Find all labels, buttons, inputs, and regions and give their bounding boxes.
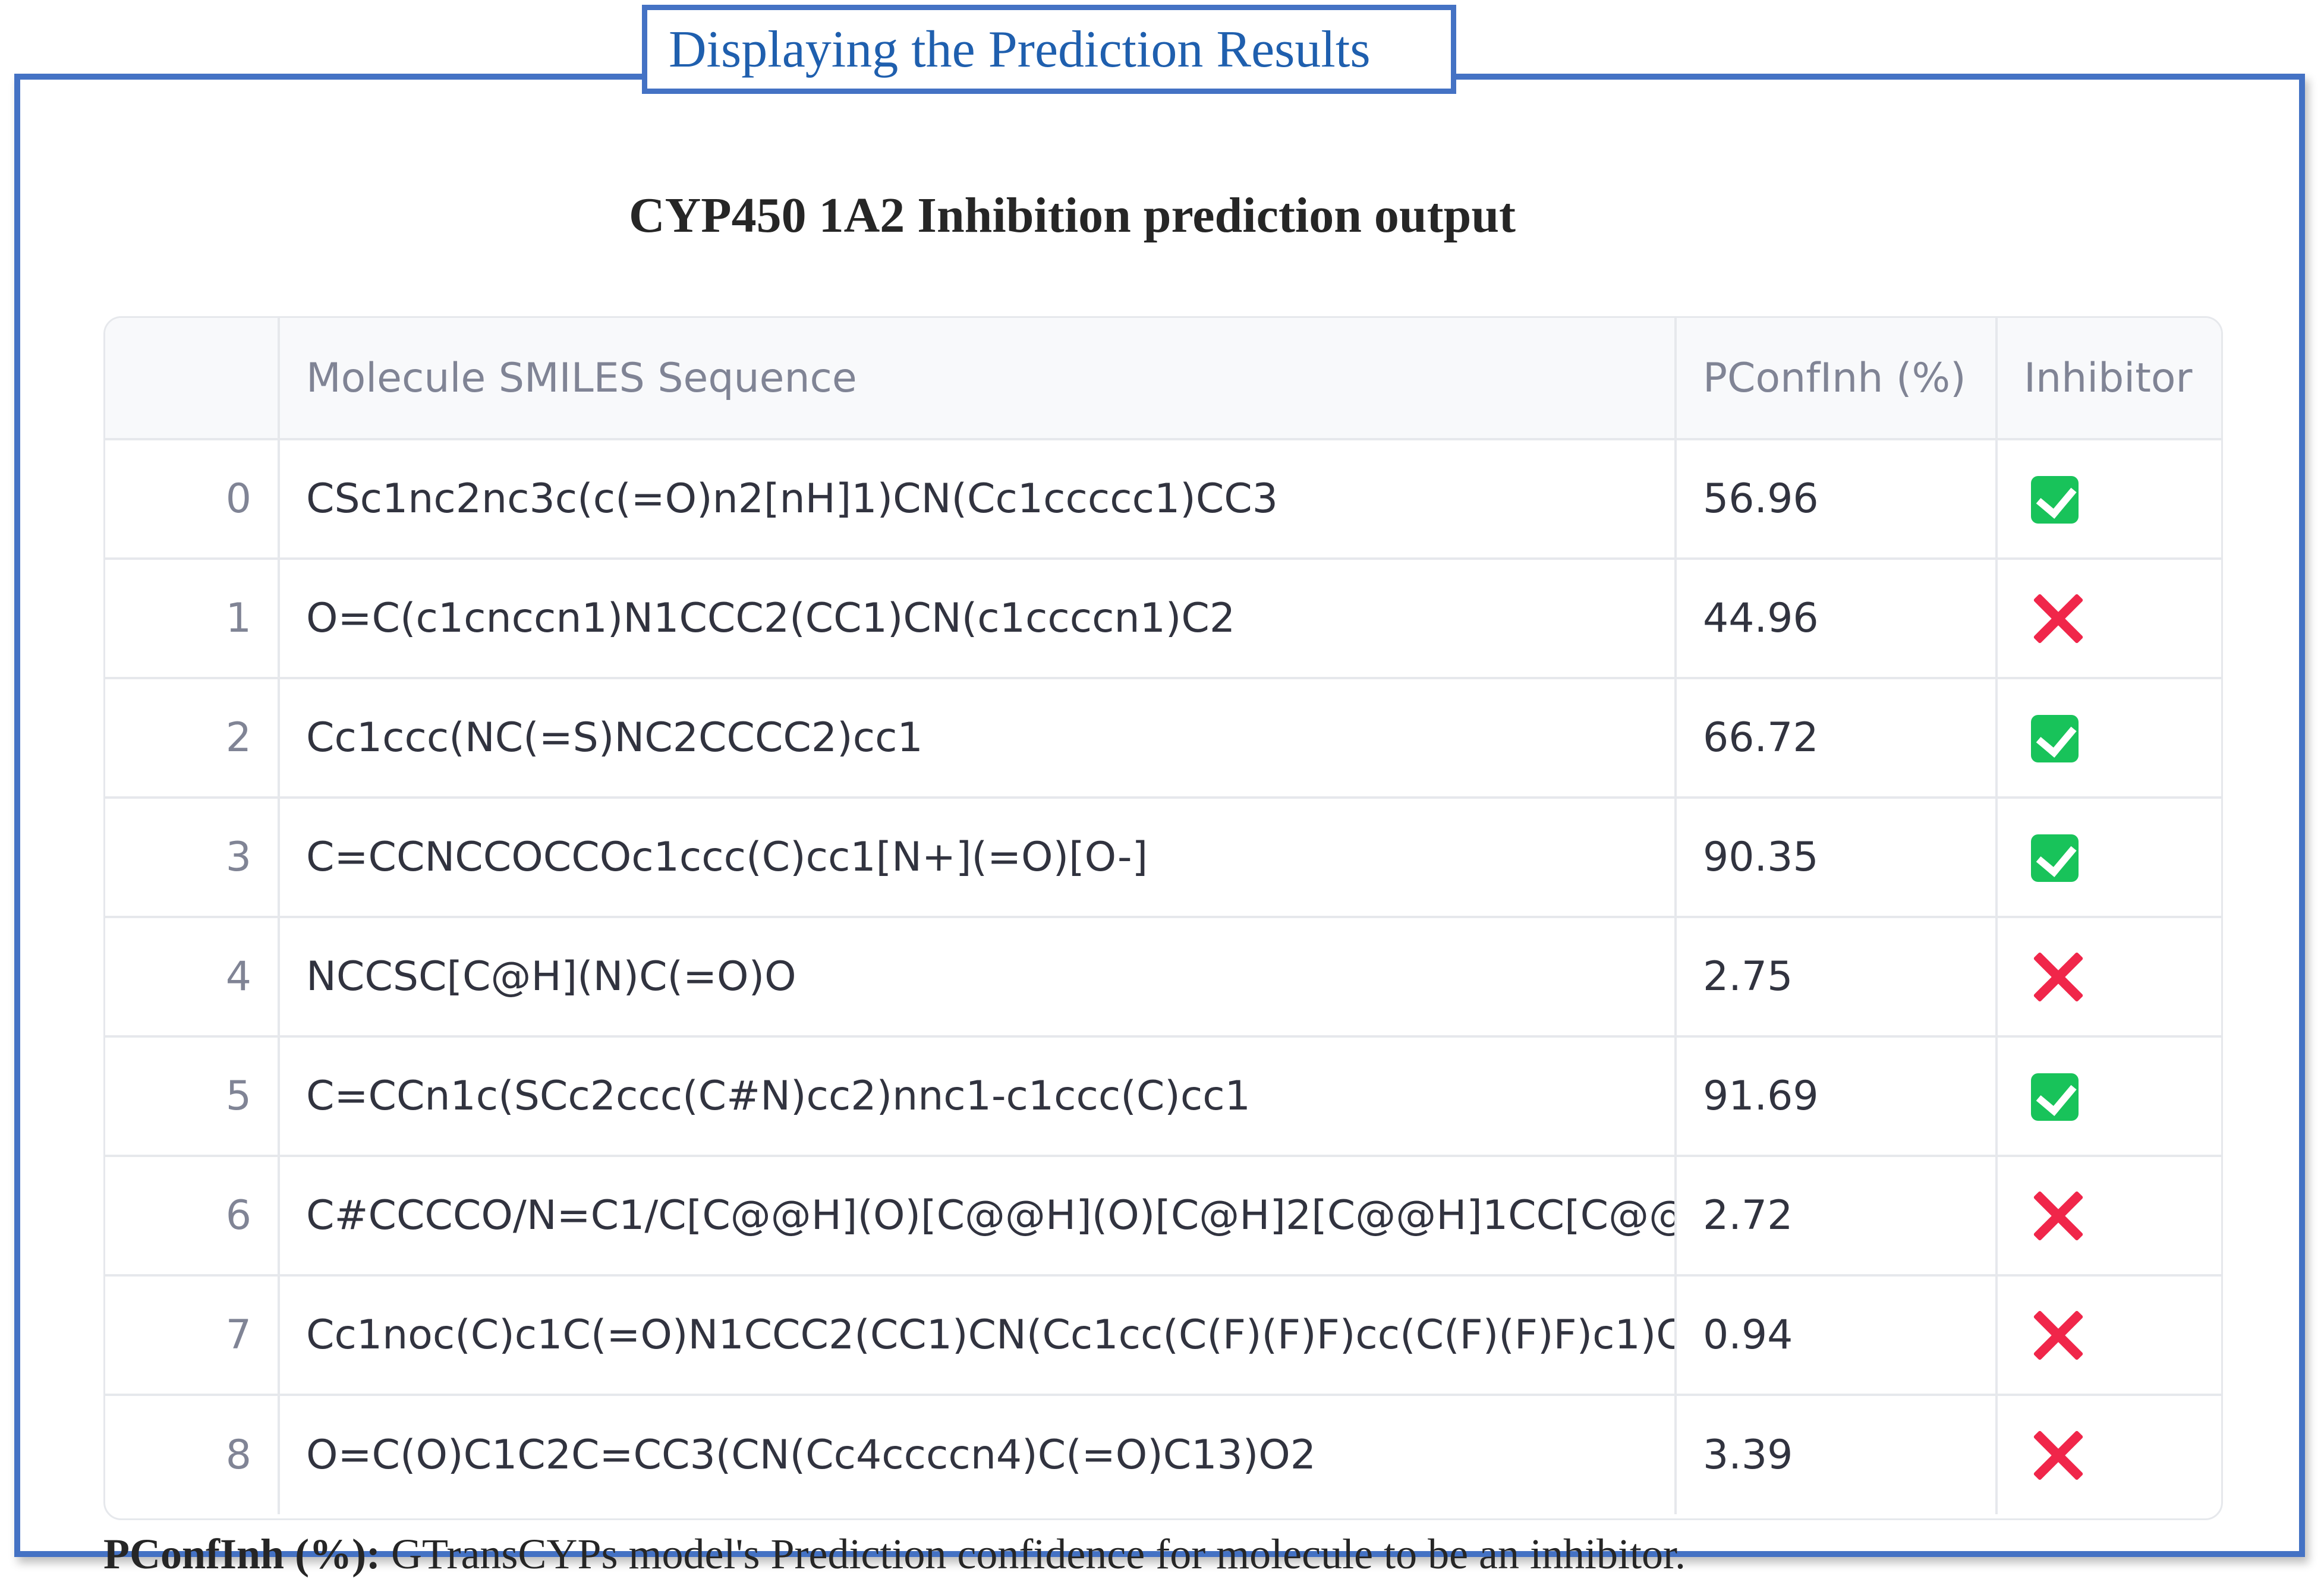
header-label: Displaying the Prediction Results — [669, 20, 1371, 78]
cross-icon — [2031, 950, 2086, 1004]
check-icon — [2031, 1073, 2079, 1121]
table-header-row: Molecule SMILES Sequence PConfInh (%) In… — [105, 318, 2221, 439]
smiles-cell[interactable]: Cc1ccc(NC(=S)NC2CCCC2)cc1 — [278, 677, 1676, 798]
pconfinh-cell[interactable]: 56.96 — [1674, 438, 1997, 559]
cross-icon — [2031, 591, 2086, 646]
pconfinh-cell[interactable]: 66.72 — [1674, 677, 1997, 798]
smiles-cell[interactable]: C#CCCCO/N=C1/C[C@@H](O)[C@@H](O)[C@H]2[C… — [278, 1155, 1676, 1275]
page-title: CYP450 1A2 Inhibition prediction output — [628, 188, 1516, 243]
footnote-text: GTransCYPs model's Prediction confidence… — [380, 1530, 1686, 1578]
smiles-cell[interactable]: NCCSC[C@H](N)C(=O)O — [278, 916, 1676, 1036]
table-row[interactable]: 6 C#CCCCO/N=C1/C[C@@H](O)[C@@H](O)[C@H]2[… — [105, 1155, 2221, 1275]
check-icon — [2031, 715, 2079, 763]
row-index: 8 — [105, 1394, 279, 1514]
column-header-smiles[interactable]: Molecule SMILES Sequence — [278, 318, 1676, 439]
table-row[interactable]: 3 C=CCNCCOCCOc1ccc(C)cc1[N+](=O)[O-] 90.35 — [105, 796, 2221, 917]
table-row[interactable]: 2 Cc1ccc(NC(=S)NC2CCCC2)cc1 66.72 — [105, 677, 2221, 798]
row-index: 2 — [105, 677, 279, 798]
table-body: 0 CSc1nc2nc3c(c(=O)n2[nH]1)CN(Cc1ccccc1)C… — [105, 438, 2221, 1514]
table-row[interactable]: 4 NCCSC[C@H](N)C(=O)O 2.75 — [105, 916, 2221, 1036]
results-table-container: Molecule SMILES Sequence PConfInh (%) In… — [103, 316, 2223, 1520]
inhibitor-cell[interactable] — [1995, 1274, 2221, 1395]
table-row[interactable]: 1 O=C(c1cnccn1)N1CCC2(CC1)CN(c1ccccn1)C2 4… — [105, 557, 2221, 678]
inhibitor-cell[interactable] — [1995, 796, 2221, 917]
row-index: 4 — [105, 916, 279, 1036]
inhibitor-cell[interactable] — [1995, 1155, 2221, 1275]
cross-icon — [2031, 1189, 2086, 1243]
pconfinh-cell[interactable]: 91.69 — [1674, 1035, 1997, 1156]
table-row[interactable]: 7 Cc1noc(C)c1C(=O)N1CCC2(CC1)CN(Cc1cc(C(F… — [105, 1274, 2221, 1395]
row-index: 0 — [105, 438, 279, 559]
pconfinh-cell[interactable]: 44.96 — [1674, 557, 1997, 678]
inhibitor-cell[interactable] — [1995, 557, 2221, 678]
smiles-cell[interactable]: C=CCn1c(SCc2ccc(C#N)cc2)nnc1-c1ccc(C)cc1 — [278, 1035, 1676, 1156]
column-header-index[interactable] — [105, 318, 279, 439]
pconfinh-cell[interactable]: 0.94 — [1674, 1274, 1997, 1395]
smiles-cell[interactable]: C=CCNCCOCCOc1ccc(C)cc1[N+](=O)[O-] — [278, 796, 1676, 917]
smiles-cell[interactable]: O=C(c1cnccn1)N1CCC2(CC1)CN(c1ccccn1)C2 — [278, 557, 1676, 678]
table-row[interactable]: 8 O=C(O)C1C2C=CC3(CN(Cc4ccccn4)C(=O)C13)O… — [105, 1394, 2221, 1514]
results-panel: CYP450 1A2 Inhibition prediction output … — [14, 74, 2305, 1578]
inhibitor-cell[interactable] — [1995, 916, 2221, 1036]
inhibitor-cell[interactable] — [1995, 677, 2221, 798]
smiles-cell[interactable]: CSc1nc2nc3c(c(=O)n2[nH]1)CN(Cc1ccccc1)CC… — [278, 438, 1676, 559]
smiles-cell[interactable]: Cc1noc(C)c1C(=O)N1CCC2(CC1)CN(Cc1cc(C(F)… — [278, 1274, 1676, 1395]
column-header-inhibitor[interactable]: Inhibitor — [1995, 318, 2221, 439]
inhibitor-cell[interactable] — [1995, 1394, 2221, 1514]
pconfinh-cell[interactable]: 2.75 — [1674, 916, 1997, 1036]
column-header-pconfinh[interactable]: PConfInh (%) — [1674, 318, 1997, 439]
table-row[interactable]: 0 CSc1nc2nc3c(c(=O)n2[nH]1)CN(Cc1ccccc1)C… — [105, 438, 2221, 559]
row-index: 5 — [105, 1035, 279, 1156]
check-icon — [2031, 834, 2079, 883]
row-index: 7 — [105, 1274, 279, 1395]
inhibitor-cell[interactable] — [1995, 1035, 2221, 1156]
results-table: Molecule SMILES Sequence PConfInh (%) In… — [105, 318, 2221, 1514]
smiles-cell[interactable]: O=C(O)C1C2C=CC3(CN(Cc4ccccn4)C(=O)C13)O2 — [278, 1394, 1676, 1514]
footnote: PConfInh (%): GTransCYPs model's Predict… — [103, 1530, 1686, 1579]
check-icon — [2031, 476, 2079, 524]
row-index: 6 — [105, 1155, 279, 1275]
pconfinh-cell[interactable]: 2.72 — [1674, 1155, 1997, 1275]
row-index: 1 — [105, 557, 279, 678]
cross-icon — [2031, 1428, 2086, 1483]
cross-icon — [2031, 1308, 2086, 1363]
row-index: 3 — [105, 796, 279, 917]
pconfinh-cell[interactable]: 3.39 — [1674, 1394, 1997, 1514]
header-label-box: Displaying the Prediction Results — [642, 5, 1456, 94]
table-row[interactable]: 5 C=CCn1c(SCc2ccc(C#N)cc2)nnc1-c1ccc(C)cc… — [105, 1035, 2221, 1156]
inhibitor-cell[interactable] — [1995, 438, 2221, 559]
footnote-term: PConfInh (%): — [103, 1530, 381, 1578]
pconfinh-cell[interactable]: 90.35 — [1674, 796, 1997, 917]
